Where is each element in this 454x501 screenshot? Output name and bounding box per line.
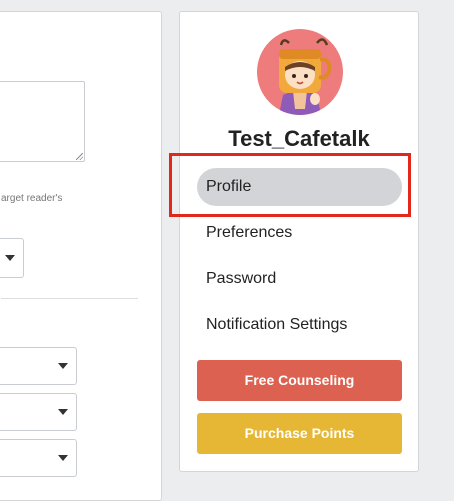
free-counseling-button[interactable]: Free Counseling: [197, 360, 402, 401]
chevron-down-icon: [58, 363, 68, 369]
username: Test_Cafetalk: [228, 126, 370, 151]
cafetalk-mascot-avatar-icon: [279, 38, 332, 115]
resize-handle-icon[interactable]: [76, 153, 83, 160]
sidebar-item-notification-settings[interactable]: Notification Settings: [197, 306, 402, 344]
sidebar-item-preferences[interactable]: Preferences: [197, 214, 402, 252]
sidebar-item-profile[interactable]: Profile: [197, 168, 402, 206]
chevron-down-icon: [58, 455, 68, 461]
chevron-down-icon: [5, 255, 15, 261]
section-divider: [1, 298, 138, 299]
avatar[interactable]: [257, 29, 343, 115]
sidebar-item-password[interactable]: Password: [197, 260, 402, 298]
profile-form-panel: arget reader's: [0, 11, 162, 501]
textarea-hint: arget reader's: [1, 193, 63, 204]
chevron-down-icon: [58, 409, 68, 415]
form-select[interactable]: [0, 238, 24, 278]
form-select[interactable]: [0, 439, 77, 477]
account-sidebar: Test_Cafetalk Profile Preferences Passwo…: [179, 11, 419, 472]
bio-textarea[interactable]: [0, 81, 85, 162]
form-select[interactable]: [0, 393, 77, 431]
purchase-points-button[interactable]: Purchase Points: [197, 413, 402, 454]
form-select[interactable]: [0, 347, 77, 385]
